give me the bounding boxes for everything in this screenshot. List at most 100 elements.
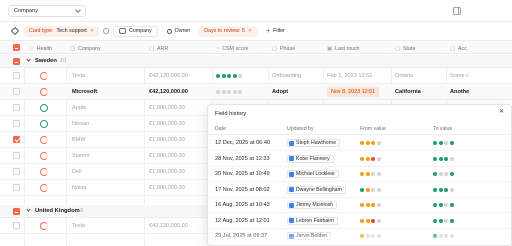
company-name[interactable]: Tesla [72, 223, 85, 229]
health-indicator [40, 88, 48, 96]
history-user-chip[interactable]: Lebron Fairbairn [287, 216, 339, 225]
history-to-dots [433, 141, 454, 145]
row-checkbox[interactable] [13, 72, 20, 79]
group-count: 9 [80, 208, 83, 214]
column-header-arr[interactable]: ▢ ARR [149, 44, 168, 53]
health-indicator [40, 120, 48, 128]
row-checkbox[interactable] [13, 152, 20, 159]
row-checkbox[interactable] [13, 168, 20, 175]
company-name[interactable]: Nokia [72, 185, 86, 191]
csm-score-dots [216, 90, 242, 94]
score-dot [238, 90, 242, 94]
arr-value: €1,000,000.00 [149, 105, 185, 111]
phase-value: Onboarding [272, 73, 302, 79]
score-dot [365, 141, 370, 145]
company-name[interactable]: Dell [72, 169, 82, 175]
group-name: United Kingdom [35, 208, 80, 214]
arr-value: €42,120,000.00 [149, 223, 188, 229]
company-name[interactable]: Microsoft [72, 89, 97, 95]
history-date: 12 Aug, 2025 at 12:01 [215, 217, 270, 224]
remove-filter-icon[interactable]: ✕ [90, 28, 94, 34]
history-to-dots [433, 187, 454, 192]
state-value: California [395, 89, 421, 95]
row-checkbox[interactable] [13, 120, 20, 127]
history-from-dots [360, 203, 381, 207]
score-dot [438, 172, 443, 176]
row-checkbox[interactable] [13, 88, 20, 95]
avatar [289, 171, 294, 177]
arr-value: €42,120,000.00 [149, 89, 188, 95]
score-dot [360, 156, 364, 161]
group-checkbox[interactable] [13, 208, 20, 215]
score-dot [376, 203, 381, 207]
header-from-value: From value [360, 126, 386, 132]
last-touch-badge[interactable]: Nov 8, 2023 12:51 [327, 87, 380, 97]
score-dot [365, 172, 370, 176]
row-checkbox[interactable] [13, 136, 20, 143]
score-dot [376, 156, 381, 161]
column-last-touch-label: Last touch [335, 45, 360, 52]
history-row: 16 Aug, 2025 at 10:43 Jimmy Mcintosh [208, 198, 511, 213]
health-indicator [40, 184, 48, 192]
column-header-phase[interactable]: ▢ Phase [272, 44, 295, 53]
score-dot [371, 187, 375, 192]
table-row[interactable]: Tesla €42,120,000.00 Onboarding Feb 1, 2… [0, 68, 512, 84]
history-user-chip[interactable]: Jimmy Mcintosh [287, 201, 338, 209]
arr-value: €42,120,000.00 [149, 73, 188, 79]
select-all-checkbox[interactable] [13, 44, 20, 51]
filter-owner[interactable]: Owner [162, 26, 196, 37]
remove-filter-icon[interactable]: ✕ [248, 28, 252, 34]
score-dot [232, 90, 237, 94]
column-header-state[interactable]: ▢ State [395, 44, 415, 53]
history-to-dots [433, 203, 454, 207]
column-header-last-touch[interactable]: ▣ Last touch [327, 44, 359, 53]
add-filter-label: Filter [273, 28, 285, 34]
company-name[interactable]: Nissan [72, 121, 89, 127]
arr-value: €1,000,000.00 [149, 121, 185, 127]
arr-value: €1,000,000.00 [149, 137, 185, 143]
heart-icon: ♡ [29, 45, 34, 52]
history-user-chip[interactable]: Kobe Flannery [287, 154, 334, 163]
history-user-chip[interactable]: Steph Hawthorne [287, 139, 341, 147]
history-user-chip[interactable]: Dwayne Bellingham [287, 185, 346, 194]
score-dot [371, 218, 375, 223]
company-name[interactable]: Tesla [72, 73, 85, 79]
chevron-down-icon[interactable] [26, 207, 31, 212]
score-dot [371, 203, 375, 207]
column-header-health[interactable]: ♡ Health [29, 44, 52, 53]
table-row[interactable]: Microsoft €42,120,000.00 Adopt Nov 8, 20… [0, 84, 512, 100]
company-name[interactable]: BMW [72, 137, 86, 143]
last-touch-value: Feb 1, 2023 12:51 [327, 73, 373, 79]
add-filter-button[interactable]: + Filter [261, 26, 290, 37]
column-header-csm[interactable]: ◔ CSM score [216, 44, 248, 53]
history-user-chip[interactable]: Michael Locklear [287, 170, 339, 178]
chevron-down-icon[interactable] [26, 57, 31, 62]
status-icon: ▢ [272, 45, 278, 52]
close-icon[interactable]: ✕ [497, 108, 506, 117]
score-dot [438, 218, 443, 223]
sidebar-toggle-icon[interactable] [453, 7, 461, 15]
row-checkbox[interactable] [13, 184, 20, 191]
row-checkbox[interactable] [13, 104, 20, 111]
group-row-sweden[interactable]: Sweden 10 [0, 55, 512, 68]
filter-days-to-review[interactable]: Days to review: 5 ✕ [199, 25, 258, 37]
score-dot [376, 141, 381, 145]
row-checkbox[interactable] [13, 222, 20, 229]
score-dot [438, 156, 443, 161]
table-header: ♡ Health ▢ Company ▢ ARR ◔ CSM score ▢ P… [0, 40, 512, 54]
arr-value: €1,000,000.00 [149, 185, 185, 191]
tag-icon [10, 26, 20, 36]
history-user-name: Jimmy Mcintosh [296, 202, 334, 208]
column-header-company[interactable]: ▢ Company [70, 44, 101, 53]
column-header-account[interactable]: ▢ Acc [450, 44, 467, 53]
score-dot [433, 141, 437, 145]
entity-select[interactable]: Company [8, 5, 86, 17]
company-name[interactable]: Xiaomi [72, 153, 89, 159]
plus-icon: + [266, 27, 271, 35]
account-value: Some c [450, 73, 469, 79]
group-checkbox[interactable] [13, 58, 20, 65]
history-user-name: Kobe Flannery [296, 155, 330, 162]
company-name[interactable]: Apple [72, 105, 86, 111]
filter-card-type[interactable]: Card type: Tech support ✕ [24, 25, 99, 37]
filter-company[interactable]: Company [112, 25, 158, 37]
